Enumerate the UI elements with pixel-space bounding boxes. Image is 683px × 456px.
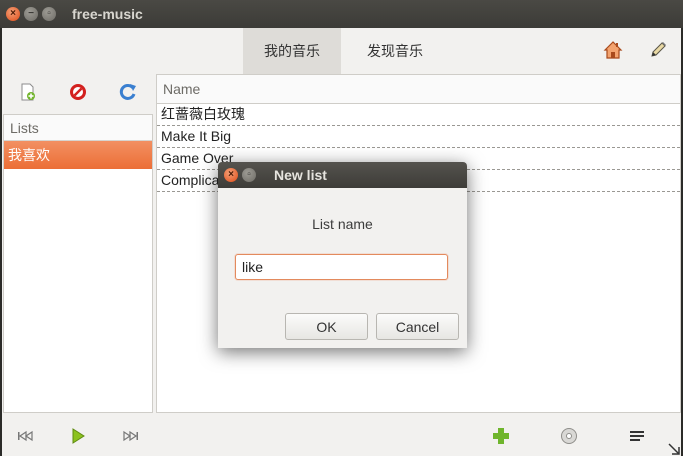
- window-title: free-music: [72, 6, 143, 22]
- sidebar: Lists 我喜欢: [2, 74, 154, 413]
- list-name-input[interactable]: [235, 254, 448, 280]
- dialog-title: New list: [274, 167, 327, 183]
- next-icon[interactable]: [120, 426, 140, 446]
- ok-button[interactable]: OK: [285, 313, 368, 340]
- add-icon[interactable]: [491, 426, 511, 446]
- previous-icon[interactable]: [16, 426, 36, 446]
- window-maximize-button[interactable]: ▫: [42, 7, 56, 21]
- home-icon[interactable]: [603, 40, 623, 60]
- new-list-dialog: × ▫ New list List name OK Cancel: [218, 162, 467, 348]
- list-name-label: List name: [312, 216, 373, 232]
- window-close-button[interactable]: ×: [6, 7, 20, 21]
- dialog-close-button[interactable]: ×: [224, 168, 238, 182]
- window-titlebar: × − ▫ free-music: [0, 0, 683, 28]
- lists-header: Lists: [4, 115, 152, 141]
- refresh-icon[interactable]: [118, 82, 138, 102]
- dialog-maximize-button[interactable]: ▫: [242, 168, 256, 182]
- dialog-titlebar: × ▫ New list: [218, 162, 467, 188]
- delete-icon[interactable]: [68, 82, 88, 102]
- table-row[interactable]: Make It Big: [157, 126, 680, 148]
- pencil-icon[interactable]: [648, 40, 668, 60]
- column-header-name[interactable]: Name: [157, 75, 680, 104]
- new-file-icon[interactable]: [18, 82, 38, 102]
- top-toolbar: 我的音乐 发现音乐: [2, 28, 681, 74]
- player-bar: [2, 416, 681, 456]
- sidebar-toolbar: [2, 74, 154, 112]
- window-minimize-button[interactable]: −: [24, 7, 38, 21]
- play-icon[interactable]: [68, 426, 88, 446]
- menu-icon[interactable]: [627, 426, 647, 446]
- tab-my-music[interactable]: 我的音乐: [243, 28, 341, 74]
- resize-grip-icon[interactable]: [667, 442, 681, 456]
- table-row[interactable]: 红蔷薇白玫瑰: [157, 104, 680, 126]
- tab-discover-music[interactable]: 发现音乐: [345, 28, 445, 74]
- disc-icon[interactable]: [559, 426, 579, 446]
- playlists-panel: Lists 我喜欢: [3, 114, 153, 413]
- playlist-item[interactable]: 我喜欢: [4, 141, 152, 169]
- cancel-button[interactable]: Cancel: [376, 313, 459, 340]
